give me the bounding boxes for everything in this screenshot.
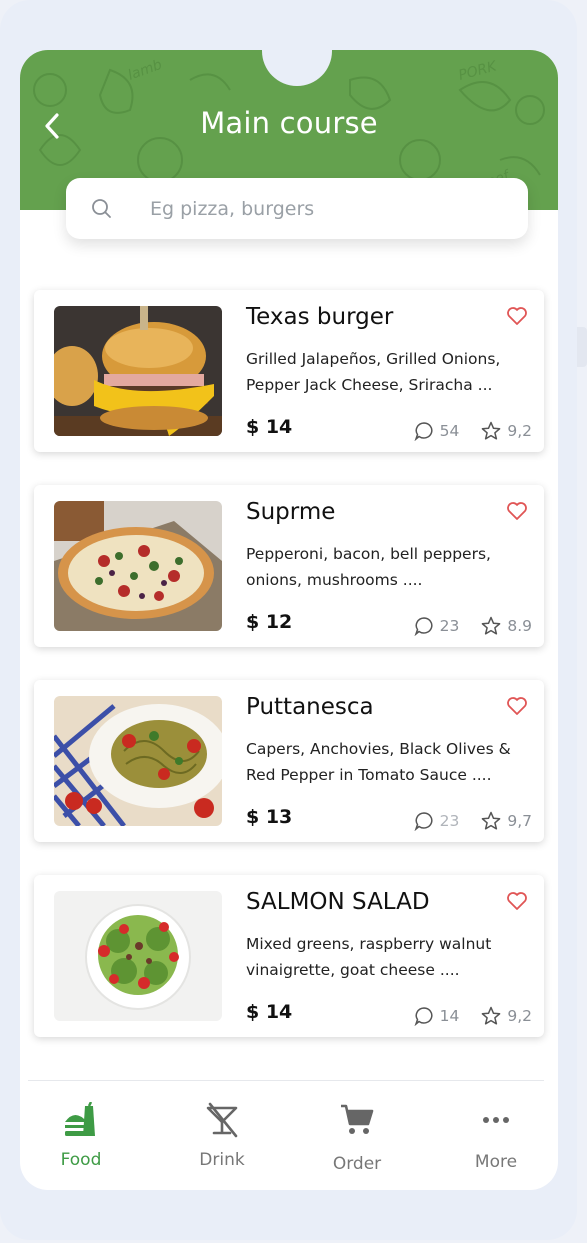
dish-price: $ 12 [246, 611, 293, 633]
dish-price: $ 13 [246, 806, 293, 828]
dish-meta: 54 9,2 [414, 421, 532, 441]
salad-image [54, 891, 222, 1021]
dish-price: $ 14 [246, 416, 293, 438]
dish-name: Suprme [246, 499, 336, 525]
star-icon [481, 811, 501, 830]
nav-item-order[interactable]: Order [297, 1090, 417, 1190]
heart-icon[interactable] [506, 891, 528, 911]
dish-description: Pepperoni, bacon, bell peppers, onions, … [246, 545, 491, 589]
bottom-nav: Food Drink Order More [20, 1090, 558, 1190]
app-screen: lamb PORK Beef Main course [20, 50, 558, 1190]
dish-description: Mixed greens, raspberry walnut vinaigret… [246, 935, 492, 979]
menu-item-card[interactable]: SALMON SALAD Mixed greens, raspberry wal… [34, 875, 544, 1037]
nav-item-drink[interactable]: Drink [162, 1090, 282, 1190]
cart-icon [341, 1104, 374, 1134]
menu-item-card[interactable]: Suprme Pepperoni, bacon, bell peppers, o… [34, 485, 544, 647]
nav-label-more: More [474, 1152, 518, 1172]
svg-text:lamb: lamb [126, 57, 164, 84]
dish-meta: 14 9,2 [414, 1006, 532, 1026]
nav-item-more[interactable]: More [436, 1090, 556, 1190]
food-icon [65, 1102, 95, 1136]
comment-icon [414, 1007, 433, 1026]
dish-description: Grilled Jalapeños, Grilled Onions, Peppe… [246, 350, 501, 394]
menu-item-card[interactable]: Puttanesca Capers, Anchovies, Black Oliv… [34, 680, 544, 842]
side-button [577, 327, 587, 367]
comment-count: 23 [439, 617, 460, 635]
heart-icon[interactable] [506, 501, 528, 521]
search-bar[interactable] [66, 178, 528, 239]
comment-icon [414, 812, 433, 831]
star-icon [481, 421, 501, 440]
comment-icon [414, 617, 433, 636]
comment-count: 54 [439, 422, 460, 440]
dish-name: SALMON SALAD [246, 889, 430, 915]
search-icon [92, 199, 111, 218]
nav-item-food[interactable]: Food [21, 1090, 141, 1190]
rating-value: 9,7 [507, 812, 532, 830]
dish-meta: 23 8.9 [414, 616, 532, 636]
heart-icon[interactable] [506, 696, 528, 716]
comment-count: 23 [439, 812, 460, 830]
star-icon [481, 616, 501, 635]
rating-value: 8.9 [507, 617, 532, 635]
page-title: Main course [200, 106, 378, 140]
dish-description: Capers, Anchovies, Black Olives & Red Pe… [246, 740, 511, 784]
drink-icon [206, 1102, 238, 1138]
dish-price: $ 14 [246, 1001, 293, 1023]
rating-value: 9,2 [507, 1007, 532, 1025]
comment-count: 14 [439, 1007, 460, 1025]
nav-label-food: Food [60, 1150, 102, 1170]
pasta-image [54, 696, 222, 826]
search-input[interactable] [150, 194, 510, 224]
rating-value: 9,2 [507, 422, 532, 440]
more-icon [483, 1117, 509, 1123]
svg-text:PORK: PORK [457, 58, 500, 84]
dish-meta: 23 9,7 [414, 811, 532, 831]
comment-icon [414, 422, 433, 441]
star-icon [481, 1006, 501, 1025]
dish-name: Puttanesca [246, 694, 374, 720]
menu-item-card[interactable]: Texas burger Grilled Jalapeños, Grilled … [34, 290, 544, 452]
nav-label-drink: Drink [199, 1150, 245, 1170]
nav-divider [28, 1080, 544, 1081]
burger-image [54, 306, 222, 436]
heart-icon[interactable] [506, 306, 528, 326]
pizza-image [54, 501, 222, 631]
dish-name: Texas burger [246, 304, 394, 330]
nav-label-order: Order [332, 1154, 382, 1174]
